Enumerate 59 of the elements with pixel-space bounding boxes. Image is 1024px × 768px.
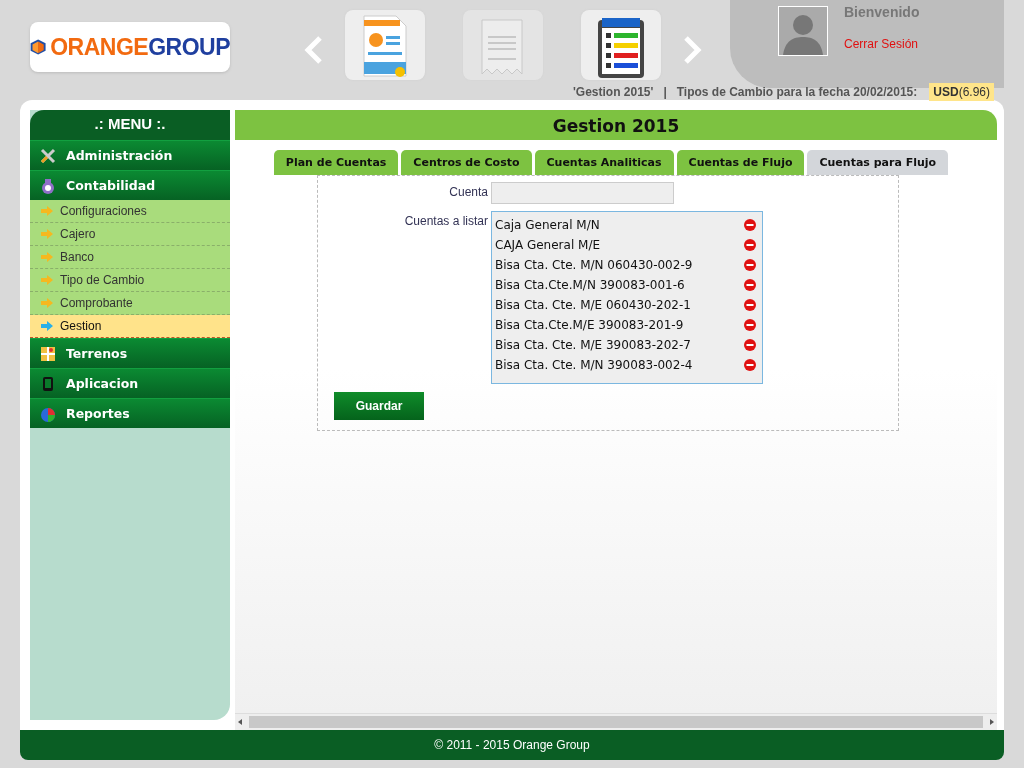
arrow-icon: [40, 320, 54, 332]
page-title: Gestion 2015: [552, 116, 680, 136]
list-item[interactable]: Bisa Cta. Cte. M/E 060430-202-1: [495, 298, 691, 312]
list-item[interactable]: Bisa Cta.Cte.M/N 390083-001-6: [495, 278, 685, 292]
remove-icon: [744, 259, 756, 271]
arrow-icon: [40, 205, 54, 217]
menu-item[interactable]: Tipo de Cambio: [30, 269, 230, 292]
remove-icon: [744, 279, 756, 291]
arrow-icon: [40, 297, 54, 309]
tab[interactable]: Cuentas Analiticas: [534, 150, 674, 175]
menu-header: .: MENU :.: [30, 110, 230, 140]
menu-item[interactable]: Cajero: [30, 223, 230, 246]
menu-section[interactable]: Contabilidad: [30, 170, 230, 200]
field-label: Cuenta: [448, 184, 488, 201]
list-item[interactable]: Caja General M/N: [495, 218, 600, 232]
exchange-rate-badge: USD(6.96): [929, 83, 994, 101]
save-button[interactable]: Guardar: [334, 392, 424, 420]
remove-icon: [744, 239, 756, 251]
field-label: Cuentas a listar: [403, 213, 488, 230]
remove-icon: [744, 319, 756, 331]
list-item[interactable]: Bisa Cta. Cte. M/E 390083-202-7: [495, 338, 691, 352]
pie-chart-icon: [40, 405, 56, 422]
tab[interactable]: Centros de Costo: [401, 150, 532, 175]
menu-item[interactable]: Gestion: [30, 315, 230, 338]
tab[interactable]: Cuentas de Flujo: [676, 150, 805, 175]
list-item[interactable]: Bisa Cta.Cte.M/E 390083-201-9: [495, 318, 684, 332]
arrow-icon: [40, 251, 54, 263]
tools-icon: [40, 147, 56, 164]
menu-item[interactable]: Banco: [30, 246, 230, 269]
menu-item[interactable]: Configuraciones: [30, 200, 230, 223]
tab[interactable]: Plan de Cuentas: [273, 150, 399, 175]
tab[interactable]: Cuentas para Flujo: [807, 150, 949, 175]
shortcut-tile[interactable]: [581, 10, 661, 80]
exchange-rate-label: Tipos de Cambio para la fecha 20/02/2015:: [676, 85, 918, 99]
phone-icon: [40, 375, 56, 392]
shortcut-tile[interactable]: [345, 10, 425, 80]
map-icon: [40, 345, 56, 362]
period-label: 'Gestion 2015': [572, 85, 654, 99]
remove-icon: [744, 299, 756, 311]
menu-section[interactable]: Reportes: [30, 398, 230, 428]
menu-item[interactable]: Comprobante: [30, 292, 230, 315]
copyright-text: © 2011 - 2015 Orange Group: [434, 738, 590, 752]
list-item[interactable]: CAJA General M/E: [495, 238, 601, 252]
remove-icon: [744, 359, 756, 371]
menu-section[interactable]: Terrenos: [30, 338, 230, 368]
input-field[interactable]: [491, 182, 674, 204]
arrow-icon: [40, 274, 54, 286]
menu-section[interactable]: Administración: [30, 140, 230, 170]
remove-icon: [744, 339, 756, 351]
list-item[interactable]: Bisa Cta. Cte. M/N 390083-002-4: [495, 358, 693, 372]
arrow-icon: [40, 228, 54, 240]
separator: |: [663, 85, 667, 99]
list-item[interactable]: Bisa Cta. Cte. M/N 060430-002-9: [495, 258, 693, 272]
menu-section[interactable]: Aplicacion: [30, 368, 230, 398]
scrollbar-thumb[interactable]: [249, 716, 983, 728]
welcome-text: Bienvenido: [844, 4, 920, 20]
remove-icon: [744, 219, 756, 231]
logo: ORANGEGROUP: [30, 22, 230, 72]
horizontal-scrollbar[interactable]: [235, 713, 997, 730]
